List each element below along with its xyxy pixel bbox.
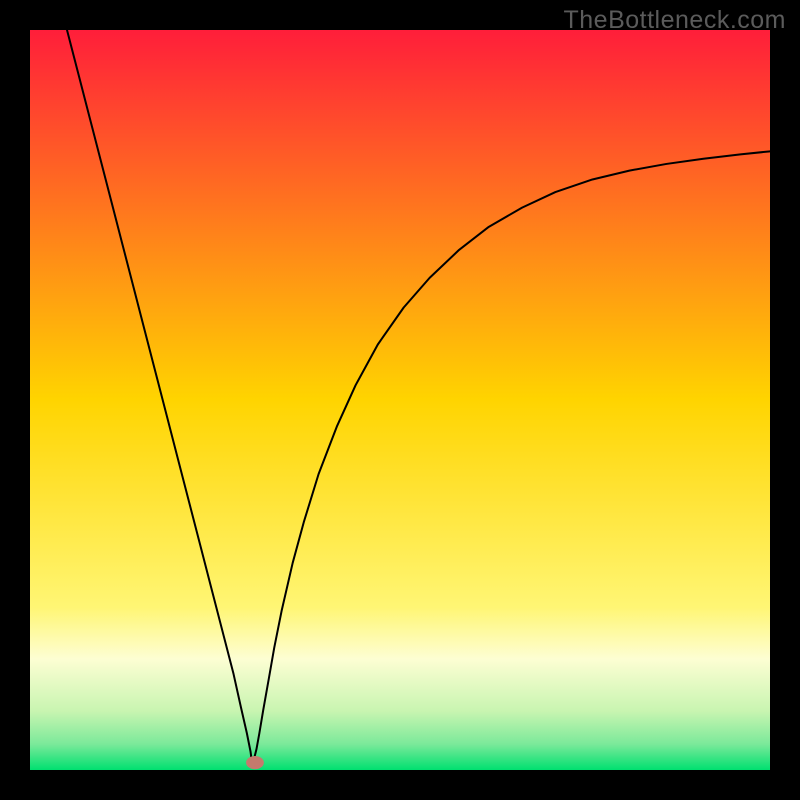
chart-svg [30,30,770,770]
plot-area [30,30,770,770]
chart-frame: TheBottleneck.com [0,0,800,800]
chart-background [30,30,770,770]
minimum-marker [246,756,264,769]
